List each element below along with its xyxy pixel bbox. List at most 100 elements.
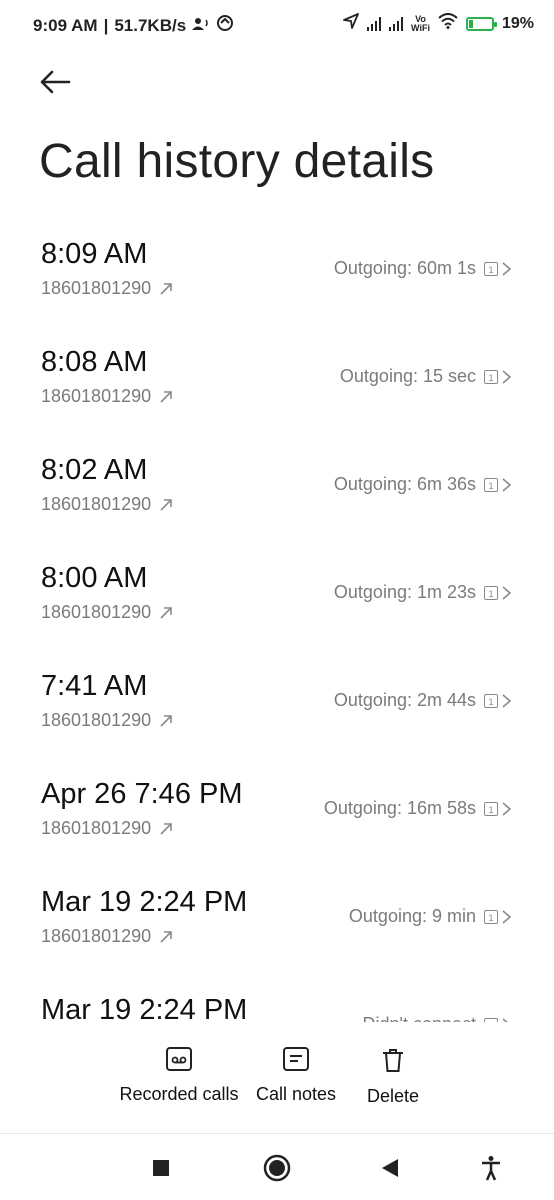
- call-history-row[interactable]: Mar 19 2:24 PM 18601801290 Didn't connec…: [0, 982, 554, 1022]
- accessibility-icon: [482, 1156, 500, 1181]
- call-number: 18601801290: [41, 494, 173, 515]
- chevron-right-icon: [502, 261, 512, 276]
- vowifi-icon: Vo WiFi: [411, 13, 430, 33]
- call-duration: Outgoing: 6m 36s: [333, 474, 476, 494]
- phone-number: 18601801290: [41, 818, 152, 838]
- signal-1-icon: [367, 16, 382, 31]
- call-history-row[interactable]: 7:41 AM 18601801290 Outgoing: 2m 44s 1: [0, 658, 554, 766]
- call-number: 18601801290: [41, 602, 173, 623]
- call-duration-group: Outgoing: 6m 36s 1: [334, 474, 512, 495]
- call-time: 8:09 AM: [41, 238, 148, 270]
- square-icon: [153, 1160, 169, 1176]
- call-history-row[interactable]: Apr 26 7:46 PM 18601801290 Outgoing: 16m…: [0, 766, 554, 874]
- bottom-action-bar: Recorded calls Call notes Delete: [0, 1022, 554, 1134]
- recorded-calls-label: Recorded calls: [119, 1084, 239, 1104]
- status-bar: 9:09 AM | 51.7KB/s Vo WiFi 19%: [0, 0, 554, 50]
- recorder-icon: [166, 1047, 192, 1071]
- call-duration-group: Outgoing: 2m 44s 1: [334, 690, 512, 711]
- call-time: 8:08 AM: [41, 346, 148, 378]
- call-duration-group: Outgoing: 1m 23s 1: [334, 582, 512, 603]
- call-duration: Outgoing: 9 min: [348, 906, 476, 926]
- page-title: Call history details: [39, 135, 435, 188]
- home-circle-icon: [263, 1154, 291, 1182]
- sim-1-icon: 1: [484, 477, 498, 492]
- wifi-icon: [438, 13, 458, 34]
- status-right: Vo WiFi 19%: [343, 13, 534, 34]
- call-duration: Outgoing: 16m 58s: [323, 798, 476, 818]
- call-duration: Outgoing: 15 sec: [339, 366, 476, 386]
- recents-button[interactable]: [152, 1159, 170, 1182]
- phone-number: 18601801290: [41, 386, 152, 406]
- call-number: 18601801290: [41, 926, 173, 947]
- location-icon: [343, 13, 359, 34]
- call-number: 18601801290: [41, 710, 173, 731]
- chevron-right-icon: [502, 909, 512, 924]
- call-notes-label: Call notes: [255, 1084, 337, 1104]
- call-history-row[interactable]: 8:09 AM 18601801290 Outgoing: 60m 1s 1: [0, 226, 554, 334]
- call-duration-group: Outgoing: 9 min 1: [349, 906, 512, 927]
- battery-icon: [465, 16, 497, 31]
- phone-number: 18601801290: [41, 710, 152, 730]
- delete-label: Delete: [366, 1086, 420, 1106]
- call-history-row[interactable]: 8:08 AM 18601801290 Outgoing: 15 sec 1: [0, 334, 554, 442]
- accessibility-button[interactable]: [480, 1155, 502, 1186]
- chevron-right-icon: [502, 477, 512, 492]
- trash-icon: [383, 1049, 403, 1072]
- call-time: 8:00 AM: [41, 562, 148, 594]
- outgoing-arrow-icon: [160, 930, 172, 943]
- home-button[interactable]: [263, 1154, 291, 1187]
- call-history-row[interactable]: Mar 19 2:24 PM 18601801290 Outgoing: 9 m…: [0, 874, 554, 982]
- battery-percent: 19%: [501, 14, 534, 32]
- call-duration: Didn't connect: [362, 1014, 476, 1022]
- call-history-list[interactable]: 8:09 AM 18601801290 Outgoing: 60m 1s 1 8…: [0, 226, 554, 1022]
- status-left: 9:09 AM | 51.7KB/s: [33, 14, 234, 37]
- back-nav-button[interactable]: [381, 1158, 399, 1183]
- outgoing-arrow-icon: [160, 606, 172, 619]
- notes-icon: [283, 1047, 309, 1071]
- sim-1-icon: 1: [484, 261, 498, 276]
- status-separator: |: [103, 15, 109, 35]
- outgoing-arrow-icon: [160, 282, 172, 295]
- call-duration-group: Outgoing: 15 sec 1: [340, 366, 512, 387]
- sim-1-icon: 1: [484, 801, 498, 816]
- call-time: 8:02 AM: [41, 454, 148, 486]
- call-duration-group: Didn't connect 1: [362, 1014, 512, 1022]
- outgoing-arrow-icon: [160, 390, 172, 403]
- call-history-row[interactable]: 8:02 AM 18601801290 Outgoing: 6m 36s 1: [0, 442, 554, 550]
- call-duration: Outgoing: 1m 23s: [333, 582, 476, 602]
- call-number: 18601801290: [41, 818, 173, 839]
- call-notes-button[interactable]: Call notes: [252, 1046, 340, 1105]
- sim-1-icon: 1: [484, 909, 498, 924]
- network-speed: 51.7KB/s: [114, 15, 187, 35]
- call-time: Mar 19 2:24 PM: [41, 994, 248, 1022]
- phone-number: 18601801290: [41, 494, 152, 514]
- back-button[interactable]: [36, 64, 76, 100]
- call-number: 18601801290: [41, 278, 173, 299]
- call-history-row[interactable]: 8:00 AM 18601801290 Outgoing: 1m 23s 1: [0, 550, 554, 658]
- signal-2-icon: [389, 16, 404, 31]
- back-arrow-icon: [40, 70, 71, 94]
- vpn-icon: [216, 14, 234, 37]
- sim-1-icon: 1: [484, 369, 498, 384]
- outgoing-arrow-icon: [160, 822, 172, 835]
- recorded-calls-button[interactable]: Recorded calls: [116, 1046, 242, 1105]
- phone-number: 18601801290: [41, 278, 152, 298]
- phone-number: 18601801290: [41, 926, 152, 946]
- chevron-right-icon: [502, 693, 512, 708]
- user-audio-icon: [192, 16, 210, 36]
- outgoing-arrow-icon: [160, 714, 172, 727]
- call-number: 18601801290: [41, 386, 173, 407]
- delete-button[interactable]: Delete: [364, 1046, 422, 1107]
- chevron-right-icon: [502, 801, 512, 816]
- call-time: 7:41 AM: [41, 670, 148, 702]
- call-duration-group: Outgoing: 60m 1s 1: [334, 258, 512, 279]
- chevron-right-icon: [502, 585, 512, 600]
- call-duration: Outgoing: 60m 1s: [333, 258, 476, 278]
- call-time: Mar 19 2:24 PM: [41, 886, 248, 918]
- triangle-back-icon: [382, 1159, 398, 1177]
- outgoing-arrow-icon: [160, 498, 172, 511]
- call-time: Apr 26 7:46 PM: [41, 778, 243, 810]
- sim-1-icon: 1: [484, 693, 498, 708]
- call-duration: Outgoing: 2m 44s: [333, 690, 476, 710]
- call-duration-group: Outgoing: 16m 58s 1: [324, 798, 512, 819]
